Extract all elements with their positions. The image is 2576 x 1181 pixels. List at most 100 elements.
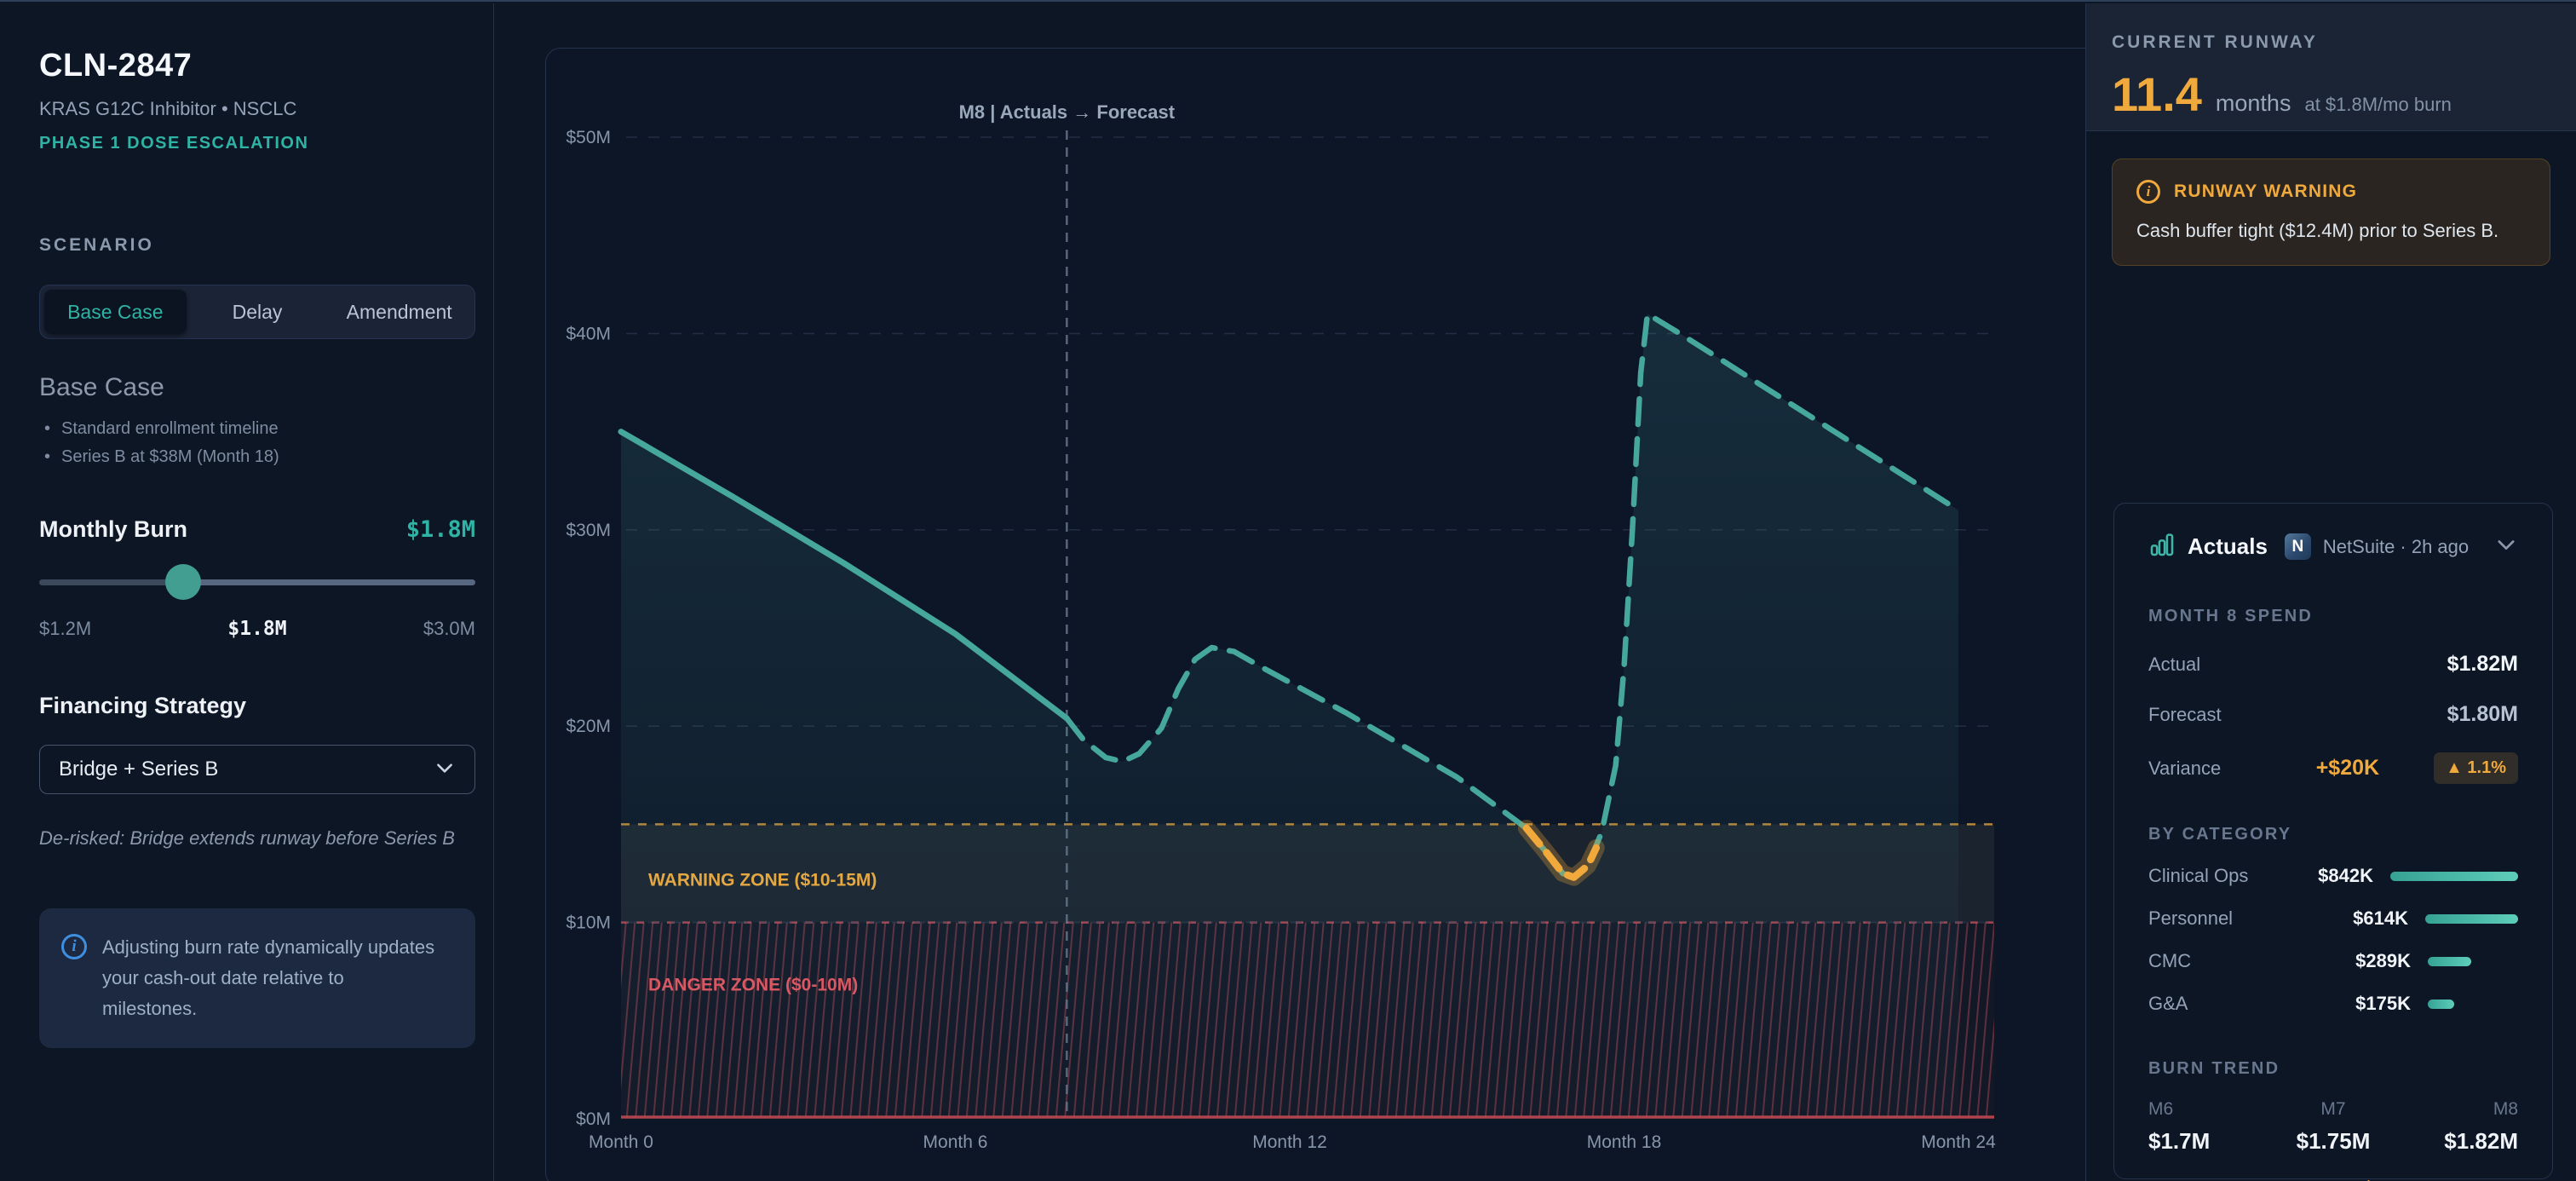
variance-value: +$20K bbox=[2316, 756, 2379, 781]
trend-value: $1.75M bbox=[2272, 1128, 2395, 1155]
runway-warning-body: Cash buffer tight ($12.4M) prior to Seri… bbox=[2136, 217, 2511, 245]
spend-value: $1.82M bbox=[2447, 652, 2518, 677]
slider-current-label: $1.8M bbox=[91, 618, 423, 640]
category-value: $289K bbox=[2329, 950, 2411, 972]
financing-strategy-label: Financing Strategy bbox=[39, 693, 473, 719]
scenario-bullet: Series B at $38M (Month 18) bbox=[39, 447, 473, 467]
category-label: Clinical Ops bbox=[2148, 865, 2303, 887]
trend-value: $1.82M bbox=[2395, 1128, 2518, 1155]
info-callout: i Adjusting burn rate dynamically update… bbox=[39, 908, 475, 1048]
svg-text:M8 | Actuals → Forecast: M8 | Actuals → Forecast bbox=[959, 101, 1176, 123]
trend-column: M8 $1.82M bbox=[2395, 1099, 2518, 1155]
category-bar bbox=[2428, 1000, 2454, 1009]
category-label: CMC bbox=[2148, 950, 2329, 972]
category-value: $175K bbox=[2329, 993, 2411, 1015]
burn-rate-slider[interactable] bbox=[39, 568, 475, 594]
category-bar bbox=[2390, 872, 2518, 881]
monthly-burn-value: $1.8M bbox=[406, 516, 475, 543]
category-label: Personnel bbox=[2148, 907, 2327, 930]
svg-text:$0M: $0M bbox=[576, 1109, 611, 1129]
info-icon: i bbox=[61, 934, 87, 959]
actuals-card: Actuals N NetSuite · 2h ago MONTH 8 SPEN… bbox=[2113, 503, 2553, 1179]
by-category-header: BY CATEGORY bbox=[2148, 825, 2518, 844]
svg-text:$40M: $40M bbox=[566, 324, 611, 343]
trend-month: M7 bbox=[2272, 1099, 2395, 1120]
svg-text:$30M: $30M bbox=[566, 521, 611, 540]
program-id: CLN-2847 bbox=[39, 48, 473, 84]
current-runway-band: CURRENT RUNWAY 11.4 months at $1.8M/mo b… bbox=[2086, 3, 2576, 131]
svg-text:Month 12: Month 12 bbox=[1252, 1132, 1327, 1152]
svg-text:$10M: $10M bbox=[566, 913, 611, 933]
trend-column: M6 $1.7M bbox=[2148, 1099, 2272, 1155]
slider-track-filled[interactable] bbox=[39, 579, 183, 585]
chevron-down-icon bbox=[434, 757, 456, 783]
scenario-tab-group: Base Case Delay Amendment bbox=[39, 285, 475, 339]
financing-selected-option: Bridge + Series B bbox=[59, 758, 218, 781]
svg-text:Month 24: Month 24 bbox=[1921, 1132, 1996, 1152]
svg-text:$50M: $50M bbox=[566, 128, 611, 147]
svg-text:Month 0: Month 0 bbox=[589, 1132, 653, 1152]
trend-month: M8 bbox=[2395, 1099, 2518, 1120]
current-runway-label: CURRENT RUNWAY bbox=[2112, 32, 2576, 53]
tab-amendment[interactable]: Amendment bbox=[328, 290, 470, 334]
actuals-title: Actuals bbox=[2188, 533, 2268, 560]
tab-delay[interactable]: Delay bbox=[187, 290, 329, 334]
category-bar bbox=[2425, 914, 2518, 924]
info-callout-text: Adjusting burn rate dynamically updates … bbox=[102, 932, 443, 1024]
runway-chart: WARNING ZONE ($10-15M)DANGER ZONE ($0-10… bbox=[546, 49, 2113, 1181]
actuals-source: NetSuite · 2h ago bbox=[2323, 536, 2469, 558]
trend-value: $1.7M bbox=[2148, 1128, 2272, 1155]
metrics-panel: CURRENT RUNWAY 11.4 months at $1.8M/mo b… bbox=[2085, 3, 2576, 1181]
scenario-section-label: SCENARIO bbox=[39, 235, 473, 256]
category-label: G&A bbox=[2148, 993, 2329, 1015]
spend-label: Actual bbox=[2148, 654, 2200, 676]
monthly-burn-label: Monthly Burn bbox=[39, 516, 187, 543]
actuals-header: Actuals N NetSuite · 2h ago bbox=[2148, 531, 2518, 562]
slider-labels: $1.2M $1.8M $3.0M bbox=[39, 618, 475, 640]
category-row: Personnel $614K bbox=[2148, 907, 2518, 930]
svg-text:Month 6: Month 6 bbox=[923, 1132, 988, 1152]
runway-unit: months bbox=[2216, 90, 2291, 117]
spend-value: $1.80M bbox=[2447, 702, 2518, 727]
category-value: $842K bbox=[2303, 865, 2373, 887]
month-spend-header: MONTH 8 SPEND bbox=[2148, 607, 2518, 626]
scenario-bullets: Standard enrollment timeline Series B at… bbox=[39, 419, 473, 467]
program-phase: PHASE 1 DOSE ESCALATION bbox=[39, 134, 473, 153]
category-bar bbox=[2428, 957, 2471, 966]
program-subtitle: KRAS G12C Inhibitor • NSCLC bbox=[39, 98, 473, 120]
category-row: G&A $175K bbox=[2148, 993, 2518, 1015]
slider-track[interactable] bbox=[183, 579, 475, 585]
svg-text:$20M: $20M bbox=[566, 717, 611, 736]
tab-base-case[interactable]: Base Case bbox=[44, 290, 187, 334]
spend-label: Variance bbox=[2148, 758, 2221, 780]
monthly-burn-header: Monthly Burn $1.8M bbox=[39, 516, 475, 543]
runway-chart-card: WARNING ZONE ($10-15M)DANGER ZONE ($0-10… bbox=[545, 48, 2113, 1181]
scenario-heading: Base Case bbox=[39, 373, 473, 402]
slider-thumb[interactable] bbox=[165, 564, 201, 600]
spend-label: Forecast bbox=[2148, 704, 2222, 726]
slider-min-label: $1.2M bbox=[39, 618, 91, 640]
burn-trend-header: BURN TREND bbox=[2148, 1059, 2518, 1079]
category-value: $614K bbox=[2327, 907, 2408, 930]
trend-delta: ↗ +4% mo/mo bbox=[2148, 1177, 2518, 1181]
spend-row-variance: Variance +$20K ▲ 1.1% bbox=[2148, 752, 2518, 784]
bar-chart-icon bbox=[2148, 531, 2176, 562]
variance-badge: ▲ 1.1% bbox=[2434, 752, 2518, 784]
runway-dashboard: { "program": { "id": "CLN-2847", "subtit… bbox=[0, 0, 2576, 1181]
chevron-down-icon[interactable] bbox=[2494, 533, 2518, 561]
scenario-bullet: Standard enrollment timeline bbox=[39, 419, 473, 439]
spend-row-actual: Actual $1.82M bbox=[2148, 652, 2518, 677]
trend-month: M6 bbox=[2148, 1099, 2272, 1120]
runway-months-value: 11.4 bbox=[2112, 66, 2202, 122]
trend-column: M7 $1.75M bbox=[2272, 1099, 2395, 1155]
runway-warning-card: i RUNWAY WARNING Cash buffer tight ($12.… bbox=[2112, 158, 2550, 266]
financing-note: De-risked: Bridge extends runway before … bbox=[39, 823, 475, 854]
runway-burn-detail: at $1.8M/mo burn bbox=[2304, 94, 2451, 116]
category-row: CMC $289K bbox=[2148, 950, 2518, 972]
financing-strategy-select[interactable]: Bridge + Series B bbox=[39, 745, 475, 794]
spend-row-forecast: Forecast $1.80M bbox=[2148, 702, 2518, 727]
netsuite-logo-icon: N bbox=[2285, 533, 2311, 560]
slider-max-label: $3.0M bbox=[423, 618, 475, 640]
warning-info-icon: i bbox=[2136, 180, 2160, 204]
runway-warning-title: RUNWAY WARNING bbox=[2174, 181, 2357, 202]
